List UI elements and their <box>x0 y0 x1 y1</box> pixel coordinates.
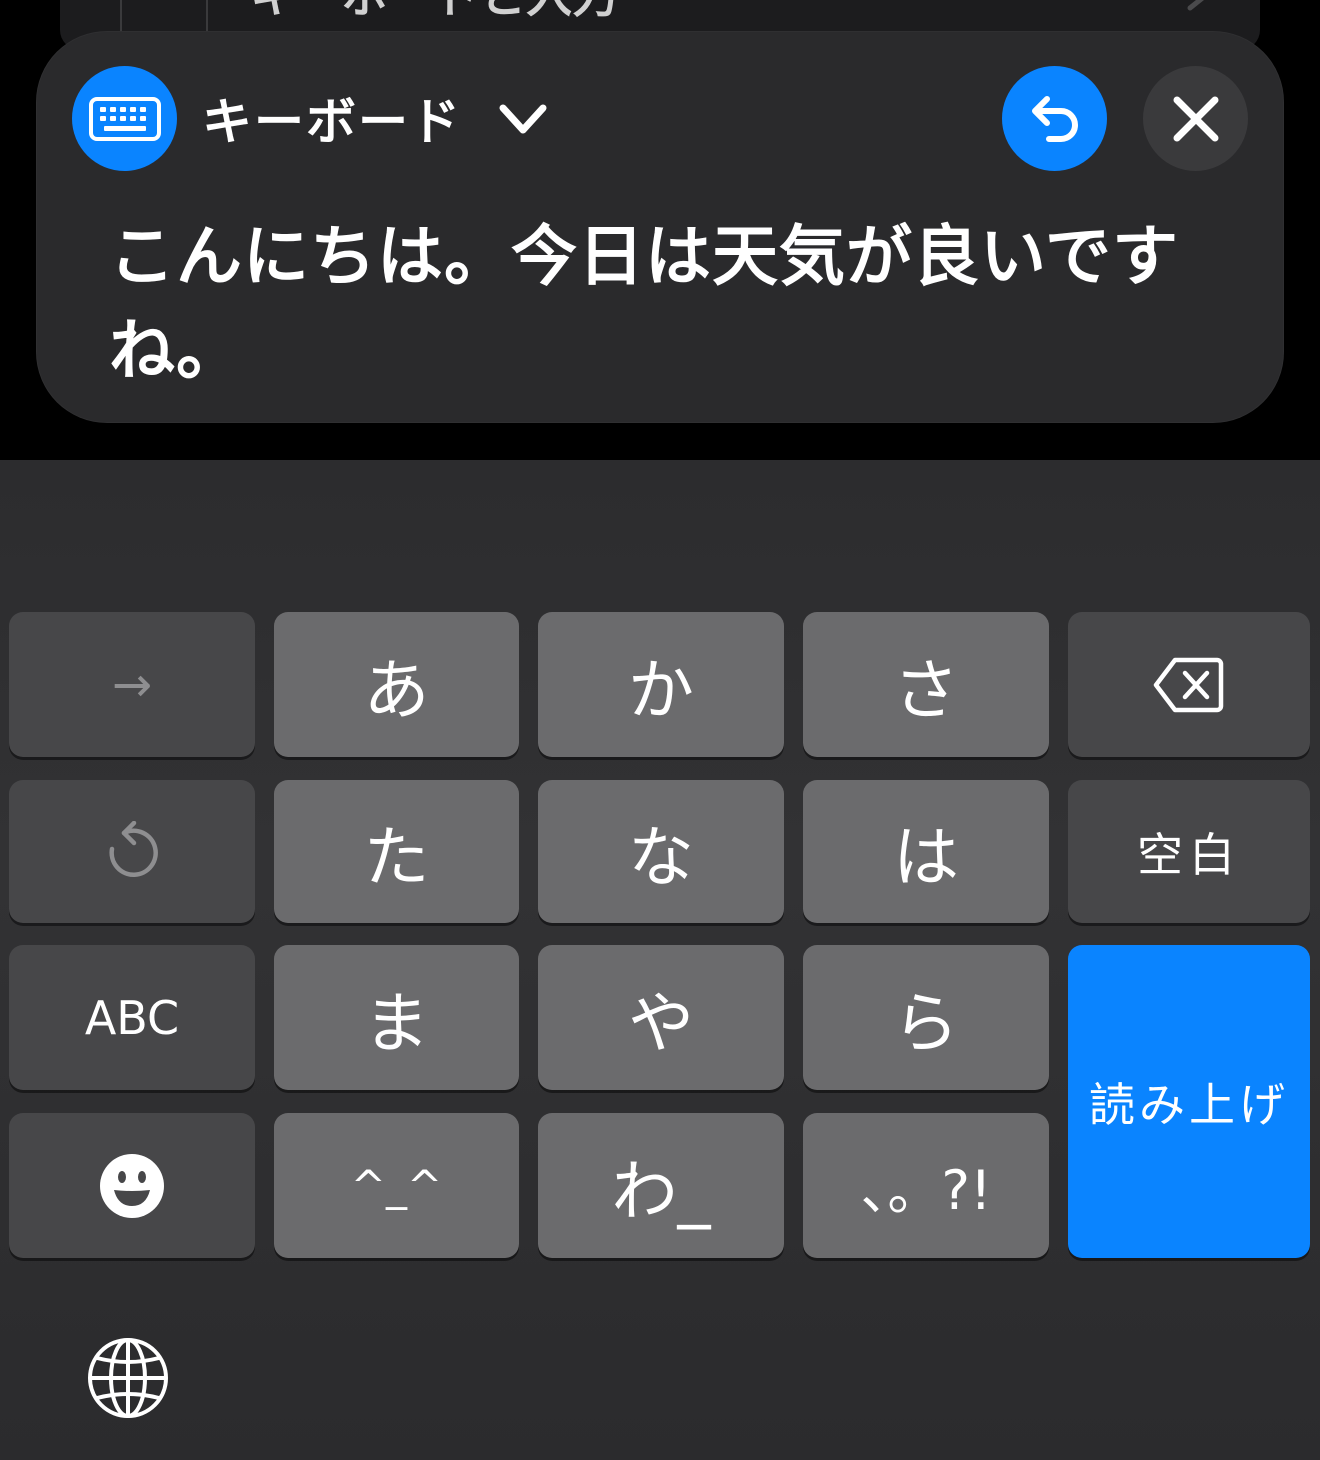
keyboard-icon <box>88 96 161 141</box>
delete-backward-icon <box>1153 657 1224 712</box>
panel-title[interactable]: キーボード <box>202 82 462 154</box>
punctuation-key-label: 、。?! <box>860 1159 992 1222</box>
key-a-label: あ <box>363 651 430 729</box>
read-aloud-key-label: 読み上げ <box>1089 1077 1289 1132</box>
undo-button[interactable] <box>1002 66 1107 171</box>
abc-key[interactable]: ABC <box>9 945 255 1090</box>
chevron-right-icon <box>1187 0 1205 11</box>
globe-icon[interactable] <box>86 1336 170 1420</box>
emoji-icon <box>100 1153 164 1218</box>
japanese-kana-keyboard: → あ か さ た な は 空白 ABC ま や ら 読み上げ ^_^ わ_ 、… <box>0 460 1320 1460</box>
close-button[interactable] <box>1143 66 1248 171</box>
key-ra[interactable]: ら <box>803 945 1049 1090</box>
abc-key-label: ABC <box>84 990 180 1045</box>
key-ya-label: や <box>628 984 694 1062</box>
undo-key[interactable] <box>9 780 255 923</box>
key-sa-label: さ <box>893 651 959 729</box>
punctuation-key[interactable]: 、。?! <box>803 1113 1049 1258</box>
kaomoji-key-label: ^_^ <box>350 1161 443 1210</box>
dictation-panel: キーボード こんにちは。今日は天気が良いですね。 <box>37 32 1283 422</box>
key-ma-label: ま <box>363 984 430 1062</box>
kaomoji-key[interactable]: ^_^ <box>274 1113 519 1258</box>
space-key[interactable]: 空白 <box>1068 780 1310 923</box>
space-key-label: 空白 <box>1137 827 1241 882</box>
key-na-label: な <box>628 818 694 896</box>
background-row-label: キーボードと入力 <box>250 0 618 26</box>
key-wa[interactable]: わ_ <box>538 1113 784 1258</box>
key-wa-label: わ_ <box>611 1152 711 1230</box>
screen: キーボードと入力 キーボード <box>0 0 1320 1460</box>
next-arrow-label: → <box>111 656 153 713</box>
close-icon <box>1173 96 1218 141</box>
key-a[interactable]: あ <box>274 612 519 757</box>
key-ka-label: か <box>628 651 694 729</box>
next-candidate-key[interactable]: → <box>9 612 255 757</box>
chevron-down-icon[interactable] <box>495 94 551 144</box>
key-ma[interactable]: ま <box>274 945 519 1090</box>
undo-icon <box>1031 95 1078 142</box>
key-na[interactable]: な <box>538 780 784 923</box>
emoji-key[interactable] <box>9 1113 255 1258</box>
key-ha-label: は <box>893 818 959 896</box>
key-sa[interactable]: さ <box>803 612 1049 757</box>
read-aloud-key[interactable]: 読み上げ <box>1068 945 1310 1258</box>
key-ha[interactable]: は <box>803 780 1049 923</box>
key-ya[interactable]: や <box>538 945 784 1090</box>
keyboard-badge[interactable] <box>72 66 177 171</box>
rotate-left-icon <box>109 820 158 877</box>
key-ta[interactable]: た <box>274 780 519 923</box>
dictated-text: こんにちは。今日は天気が良いですね。 <box>109 218 1180 389</box>
delete-key[interactable] <box>1068 612 1310 757</box>
key-ra-label: ら <box>893 984 959 1062</box>
key-ka[interactable]: か <box>538 612 784 757</box>
key-ta-label: た <box>363 818 430 896</box>
